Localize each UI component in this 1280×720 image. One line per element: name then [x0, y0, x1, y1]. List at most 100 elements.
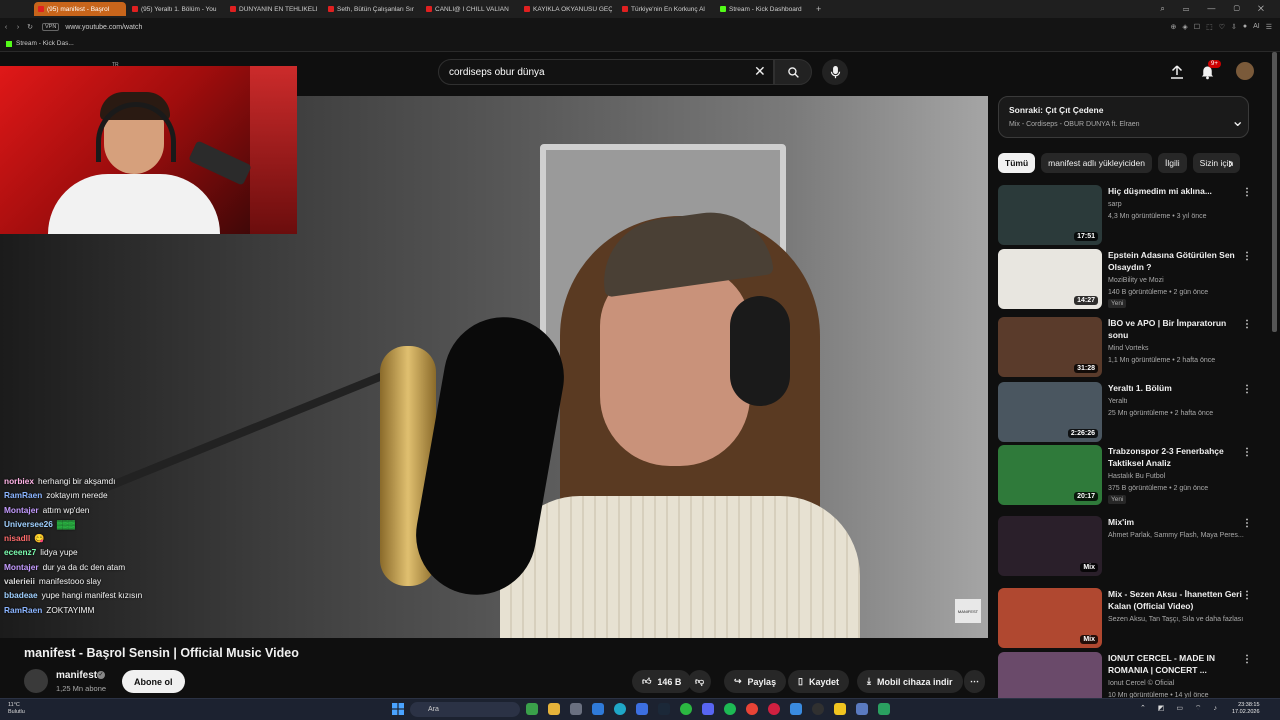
recommendation-title[interactable]: Mix'im — [1108, 516, 1248, 528]
ai-button[interactable]: AI — [1253, 23, 1260, 31]
recommendation-title[interactable]: Epstein Adasına Götürülen Sen Olsaydın ? — [1108, 249, 1248, 273]
up-next-mix-panel[interactable]: Sonraki: Çıt Çıt Çedene Mix - Cordiseps … — [998, 96, 1249, 138]
clear-search-icon[interactable]: ✕ — [754, 63, 766, 80]
more-vertical-icon[interactable]: ⋮ — [1242, 590, 1252, 601]
channel-name[interactable]: manifest — [56, 670, 97, 681]
recommendation-thumbnail[interactable]: Mix — [998, 588, 1102, 648]
recommendation-thumbnail[interactable]: 31:28 — [998, 317, 1102, 377]
recommendation-thumbnail[interactable]: 2:26:26 — [998, 382, 1102, 442]
recommendation-item[interactable]: 20:17 Trabzonspor 2-3 Fenerbahçe Taktikse… — [998, 445, 1258, 507]
recommendation-title[interactable]: Trabzonspor 2-3 Fenerbahçe Taktiksel Ana… — [1108, 445, 1248, 469]
save-button[interactable]: ▯ Kaydet — [788, 670, 849, 693]
filter-chip[interactable]: Tümü — [998, 153, 1036, 173]
recommendation-thumbnail[interactable]: 17:51 — [998, 185, 1102, 245]
recommendation-item[interactable]: Mix Mix - Sezen Aksu - İhanetten Geri Kal… — [998, 588, 1258, 650]
browser-tab[interactable]: DÜNYANIN EN TEHLİKELİ — [226, 2, 322, 16]
browser-tab[interactable]: Türkiye'nin En Korkunç Al — [618, 2, 714, 16]
upload-icon[interactable] — [1168, 63, 1186, 81]
recommendation-thumbnail[interactable]: 14:27 — [998, 249, 1102, 309]
browser-tab[interactable]: (95) Yeraltı 1. Bölüm - You — [128, 2, 224, 16]
chevron-down-icon[interactable]: ⌄ — [1231, 111, 1244, 131]
store-icon[interactable] — [636, 703, 648, 715]
page-scrollbar[interactable] — [1272, 52, 1277, 332]
recommendation-item[interactable]: 2:26:26 Yeraltı 1. Bölüm Yeraltı 25 Mn görü… — [998, 382, 1258, 444]
recommendation-title[interactable]: İBO ve APO | Bir İmparatorun sonu — [1108, 317, 1248, 341]
recommendation-title[interactable]: IONUT CERCEL - MADE IN ROMANIA | CONCERT… — [1108, 652, 1248, 676]
system-tray[interactable]: ⌃ ◩ ▭ ⌔ ♪ — [1140, 704, 1222, 713]
window-controls[interactable]: ⌕ ▭ — ▢ ✕ — [1160, 4, 1280, 14]
taskbar-search-box[interactable]: Ara — [410, 702, 520, 717]
browser-tab[interactable]: CANLI@ I CHILL VALİAN — [422, 2, 518, 16]
recommendation-item[interactable]: IONUT CERCEL - MADE IN ROMANIA | CONCERT… — [998, 652, 1258, 698]
recommendation-title[interactable]: Yeraltı 1. Bölüm — [1108, 382, 1248, 394]
opera-gx-icon[interactable] — [768, 703, 780, 715]
recommendation-channel[interactable]: sarp — [1108, 199, 1248, 210]
recommendation-channel[interactable]: Hastalık Bu Futbol — [1108, 471, 1248, 482]
more-vertical-icon[interactable]: ⋮ — [1242, 251, 1252, 262]
account-avatar[interactable] — [1236, 62, 1254, 80]
channel-avatar[interactable] — [24, 669, 48, 693]
search-button[interactable] — [774, 59, 812, 85]
taskbar-clock[interactable]: 23:38:15 17.02.2026 — [1232, 702, 1260, 716]
bookmark-icon[interactable]: ☐ — [1194, 23, 1200, 31]
recommendation-title[interactable]: Hiç düşmedim mi aklına... — [1108, 185, 1248, 197]
vpn-badge[interactable]: VPN — [42, 23, 60, 31]
filter-chip[interactable]: manifest adlı yükleyiciden — [1041, 153, 1152, 173]
recommendation-title[interactable]: Mix - Sezen Aksu - İhanetten Geri Kalan … — [1108, 588, 1248, 612]
photos-icon[interactable] — [790, 703, 802, 715]
forward-icon[interactable]: › — [12, 24, 24, 31]
more-vertical-icon[interactable]: ⋮ — [1242, 518, 1252, 529]
recommendation-thumbnail[interactable]: 20:17 — [998, 445, 1102, 505]
more-vertical-icon[interactable]: ⋮ — [1242, 447, 1252, 458]
settings-app-icon[interactable] — [856, 703, 868, 715]
notes-icon[interactable] — [834, 703, 846, 715]
weather-widget[interactable]: 11°C Bulutlu — [8, 702, 25, 716]
recommendation-thumbnail[interactable] — [998, 652, 1102, 698]
zoom-icon[interactable]: ⊕ — [1171, 23, 1177, 31]
recommendation-channel[interactable]: Ahmet Parlak, Sammy Flash, Maya Peres... — [1108, 530, 1248, 541]
recommendation-item[interactable]: 14:27 Epstein Adasına Götürülen Sen Olsay… — [998, 249, 1258, 311]
extension-icon[interactable]: ◈ — [1182, 23, 1187, 31]
chevron-right-icon[interactable]: › — [1228, 155, 1233, 173]
file-explorer-icon[interactable] — [548, 703, 560, 715]
chrome-icon[interactable] — [746, 703, 758, 715]
windows-start-icon[interactable] — [392, 703, 404, 715]
profile-icon[interactable]: ● — [1243, 23, 1247, 31]
recommendation-item[interactable]: Mix Mix'im Ahmet Parlak, Sammy Flash, Maya… — [998, 516, 1258, 578]
more-vertical-icon[interactable]: ⋮ — [1242, 654, 1252, 665]
url-field[interactable]: www.youtube.com/watch — [65, 24, 142, 31]
voice-search-button[interactable] — [822, 59, 848, 85]
browser-tab[interactable]: KAYIKLA OKYANUSU GEÇ — [520, 2, 616, 16]
whatsapp-icon[interactable] — [680, 703, 692, 715]
task-view-icon[interactable] — [570, 703, 582, 715]
bookmark-kick-dashboard[interactable]: Stream - Kick Das... — [16, 40, 74, 47]
edge-icon[interactable] — [614, 703, 626, 715]
more-vertical-icon[interactable]: ⋮ — [1242, 384, 1252, 395]
discord-icon[interactable] — [702, 703, 714, 715]
reload-icon[interactable]: ↻ — [24, 23, 36, 31]
recommendation-channel[interactable]: Yeraltı — [1108, 396, 1248, 407]
download-button[interactable]: ⤓ Mobil cihaza indir — [857, 670, 963, 693]
new-tab-button[interactable]: + — [816, 4, 821, 14]
screenshot-icon[interactable]: ⬚ — [1206, 23, 1213, 31]
more-vertical-icon[interactable]: ⋮ — [1242, 187, 1252, 198]
browser-tab[interactable]: Stream - Kick Dashboard — [716, 2, 812, 16]
recommendation-item[interactable]: 17:51 Hiç düşmedim mi aklına... sarp 4,3 Mn… — [998, 185, 1258, 247]
back-icon[interactable]: ‹ — [0, 24, 12, 31]
share-button[interactable]: ↪ Paylaş — [724, 670, 787, 693]
recommendation-channel[interactable]: Mind Vorteks — [1108, 343, 1248, 354]
dislike-button[interactable]: 👎︎ — [688, 670, 712, 693]
recommendation-item[interactable]: 31:28 İBO ve APO | Bir İmparatorun sonu Mi… — [998, 317, 1258, 379]
recommendation-channel[interactable]: Ionut Cercel © Oficial — [1108, 678, 1248, 689]
like-button[interactable]: 👍︎ 146 B — [632, 670, 692, 693]
terminal-icon[interactable] — [878, 703, 890, 715]
more-vertical-icon[interactable]: ⋮ — [1242, 319, 1252, 330]
more-actions-button[interactable]: ⋯ — [964, 670, 985, 693]
steam-icon[interactable] — [658, 703, 670, 715]
recommendation-channel[interactable]: Sezen Aksu, Tan Taşçı, Sıla ve daha fazl… — [1108, 614, 1248, 625]
browser-tab[interactable]: Seth, Bütün Çalışanları Sır — [324, 2, 420, 16]
browser-tab[interactable]: (95) manifest - Başrol — [34, 2, 126, 16]
download-icon[interactable]: ⇩ — [1231, 23, 1237, 31]
obs-icon[interactable] — [812, 703, 824, 715]
recommendation-thumbnail[interactable]: Mix — [998, 516, 1102, 576]
